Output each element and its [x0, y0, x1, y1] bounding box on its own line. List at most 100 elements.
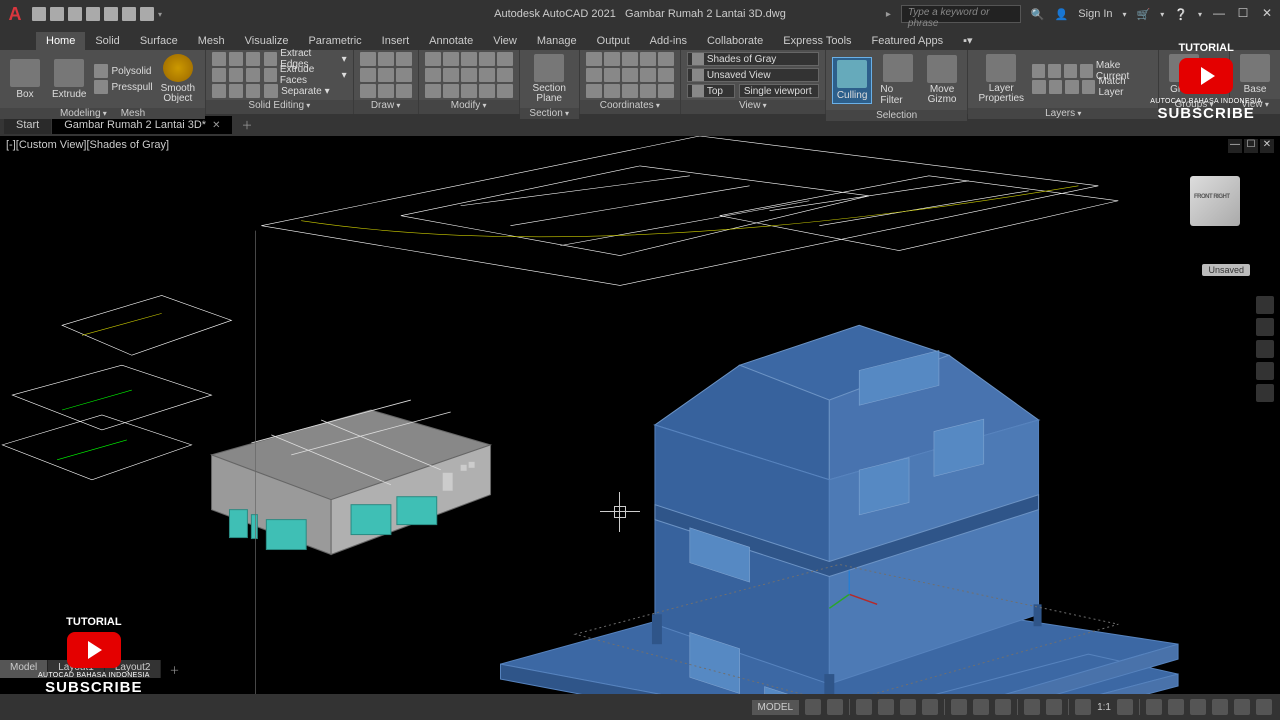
layer-icon[interactable]	[1082, 80, 1096, 94]
qat-save-icon[interactable]	[68, 7, 82, 21]
layer-icon[interactable]	[1065, 80, 1079, 94]
layer-icon[interactable]	[1049, 80, 1063, 94]
draw-icon[interactable]	[360, 84, 376, 98]
tab-output[interactable]: Output	[587, 32, 640, 50]
tab-featuredapps[interactable]: Featured Apps	[862, 32, 954, 50]
help-icon[interactable]: ❔	[1174, 8, 1188, 21]
visual-style-dropdown[interactable]: Shades of Gray	[687, 52, 819, 66]
coord-icon[interactable]	[658, 68, 674, 82]
sb-hardware-icon[interactable]	[1190, 699, 1206, 715]
nav-orbit-icon[interactable]	[1256, 362, 1274, 380]
extrude-faces-button[interactable]: Extrude Faces ▾	[264, 68, 347, 82]
panel-modeling-title[interactable]: Modeling	[60, 108, 107, 119]
sb-annovis-icon[interactable]	[1117, 699, 1133, 715]
se-icon[interactable]	[212, 68, 226, 82]
coord-icon[interactable]	[622, 52, 638, 66]
tab-view[interactable]: View	[483, 32, 527, 50]
presspull-button[interactable]: Presspull	[94, 80, 152, 94]
draw-icon[interactable]	[378, 84, 394, 98]
modify-icon[interactable]	[443, 68, 459, 82]
modify-icon[interactable]	[479, 84, 495, 98]
sb-otrack-icon[interactable]	[973, 699, 989, 715]
tab-extra-icon[interactable]: ▪▾	[953, 31, 982, 50]
layer-props-button[interactable]: Layer Properties	[974, 52, 1028, 106]
modify-icon[interactable]	[443, 84, 459, 98]
panel-modify-title[interactable]: Modify	[451, 100, 487, 111]
culling-button[interactable]: Culling	[832, 57, 873, 104]
qat-saveas-icon[interactable]	[86, 7, 100, 21]
close-button[interactable]: ✕	[1260, 7, 1274, 21]
smooth-button[interactable]: Smooth Object	[157, 52, 199, 106]
section-plane-button[interactable]: Section Plane	[526, 52, 573, 106]
sb-polar-icon[interactable]	[878, 699, 894, 715]
tab-home[interactable]: Home	[36, 32, 85, 50]
draw-icon[interactable]	[360, 52, 376, 66]
se-icon[interactable]	[229, 68, 243, 82]
sb-transparency-icon[interactable]	[1046, 699, 1062, 715]
draw-icon[interactable]	[396, 68, 412, 82]
viewcube[interactable]	[1180, 176, 1250, 246]
nav-wheel-icon[interactable]	[1256, 296, 1274, 314]
se-icon[interactable]	[212, 84, 226, 98]
sb-isolate-icon[interactable]	[1212, 699, 1228, 715]
model-space-toggle[interactable]: MODEL	[752, 700, 800, 715]
qat-new-icon[interactable]	[32, 7, 46, 21]
modify-icon[interactable]	[461, 68, 477, 82]
panel-layers-title[interactable]: Layers	[1045, 108, 1081, 119]
modify-icon[interactable]	[425, 84, 441, 98]
se-icon[interactable]	[212, 52, 226, 66]
se-icon[interactable]	[229, 84, 243, 98]
layer-icon[interactable]	[1080, 64, 1093, 78]
draw-icon[interactable]	[396, 52, 412, 66]
tab-surface[interactable]: Surface	[130, 32, 188, 50]
search-input[interactable]: Type a keyword or phrase	[901, 5, 1021, 23]
tab-manage[interactable]: Manage	[527, 32, 587, 50]
modify-icon[interactable]	[443, 52, 459, 66]
qat-plot-icon[interactable]	[104, 7, 118, 21]
nav-zoom-icon[interactable]	[1256, 340, 1274, 358]
nofilter-button[interactable]: No Filter	[876, 52, 918, 108]
coord-icon[interactable]	[586, 52, 602, 66]
tab-insert[interactable]: Insert	[372, 32, 420, 50]
coord-icon[interactable]	[586, 68, 602, 82]
se-icon[interactable]	[246, 52, 260, 66]
vp-minimize-icon[interactable]: —	[1228, 139, 1242, 153]
coord-icon[interactable]	[604, 68, 620, 82]
coord-icon[interactable]	[622, 68, 638, 82]
modify-icon[interactable]	[461, 84, 477, 98]
coord-icon[interactable]	[640, 52, 656, 66]
coord-icon[interactable]	[658, 52, 674, 66]
coord-icon[interactable]	[604, 52, 620, 66]
minimize-button[interactable]: —	[1212, 7, 1226, 21]
qat-open-icon[interactable]	[50, 7, 64, 21]
sb-ducs-icon[interactable]	[995, 699, 1011, 715]
coord-icon[interactable]	[604, 84, 620, 98]
gizmo-button[interactable]: Move Gizmo	[923, 53, 962, 107]
layer-icon[interactable]	[1048, 64, 1061, 78]
draw-icon[interactable]	[360, 68, 376, 82]
saved-view-dropdown[interactable]: Unsaved View	[687, 68, 819, 82]
coord-icon[interactable]	[658, 84, 674, 98]
coord-icon[interactable]	[640, 68, 656, 82]
polysolid-button[interactable]: Polysolid	[94, 64, 152, 78]
sb-customize-icon[interactable]	[1256, 699, 1272, 715]
unsaved-view-badge[interactable]: Unsaved	[1202, 264, 1250, 276]
new-tab-button[interactable]: ＋	[233, 114, 260, 136]
viewport-dropdown[interactable]: Single viewport	[739, 84, 819, 98]
panel-coordinates-title[interactable]: Coordinates	[600, 100, 660, 111]
sb-monitor-icon[interactable]	[1168, 699, 1184, 715]
nav-showmotion-icon[interactable]	[1256, 384, 1274, 402]
sb-cleanscreen-icon[interactable]	[1234, 699, 1250, 715]
exchange-icon[interactable]: 🛒	[1137, 8, 1151, 21]
view-top-dropdown[interactable]: Top	[687, 84, 735, 98]
sb-osnap-icon[interactable]	[922, 699, 938, 715]
draw-icon[interactable]	[378, 68, 394, 82]
nav-pan-icon[interactable]	[1256, 318, 1274, 336]
se-icon[interactable]	[229, 52, 243, 66]
tab-expresstools[interactable]: Express Tools	[773, 32, 861, 50]
sb-isodraft-icon[interactable]	[900, 699, 916, 715]
qat-dropdown-icon[interactable]: ▾	[158, 10, 162, 19]
sb-workspace-icon[interactable]	[1146, 699, 1162, 715]
layout-add-button[interactable]: ＋	[161, 660, 187, 678]
modify-icon[interactable]	[497, 52, 513, 66]
